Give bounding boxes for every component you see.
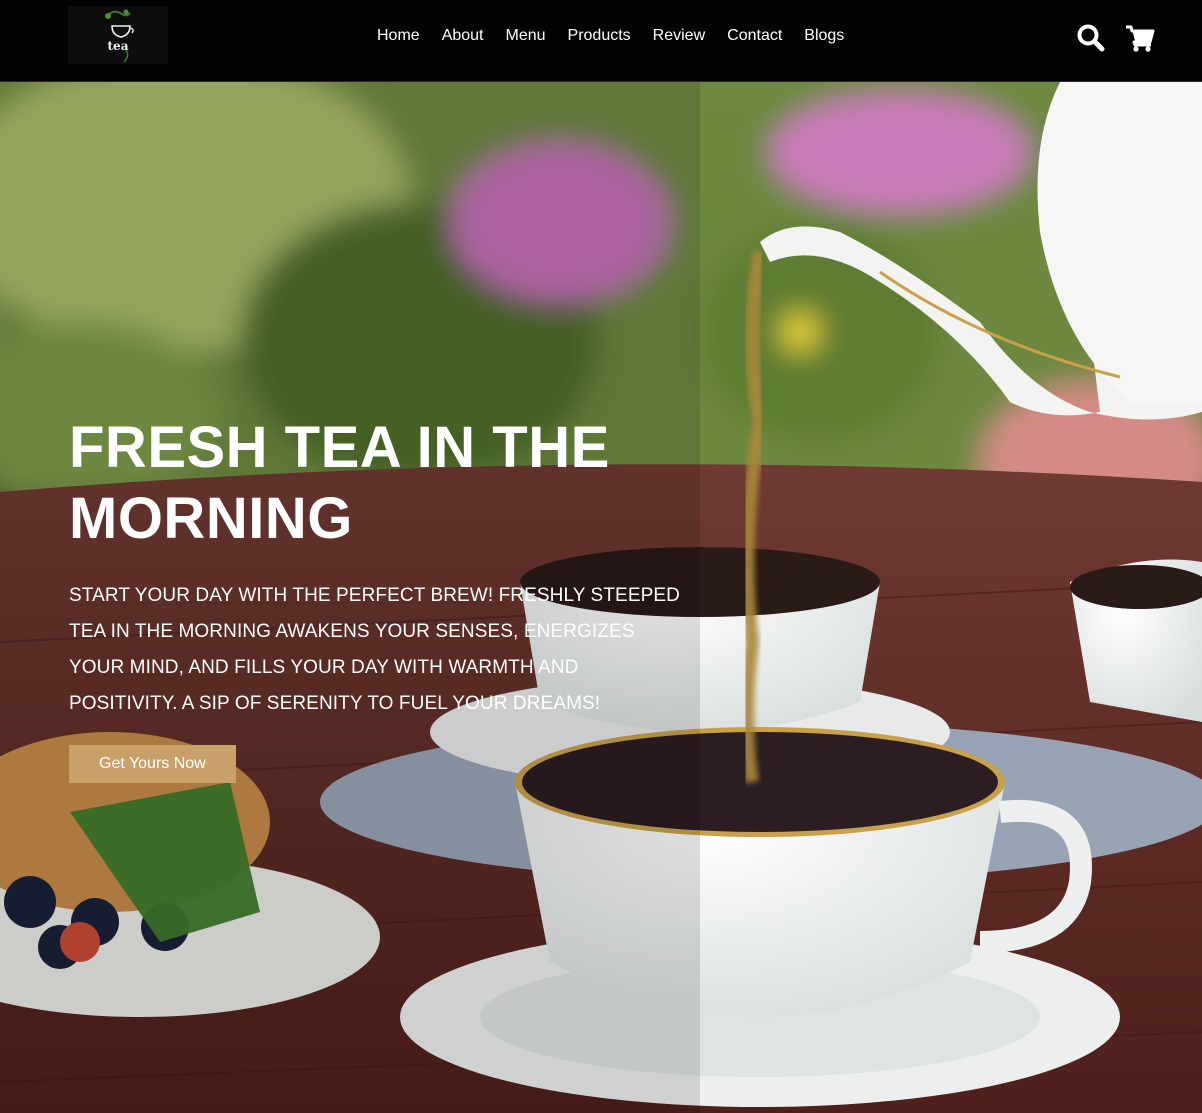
cart-button[interactable] xyxy=(1124,22,1156,54)
hero-title-line-2: MORNING xyxy=(69,486,353,551)
hero-title-line-1: FRESH TEA IN THE xyxy=(69,415,610,480)
nav-home[interactable]: Home xyxy=(366,26,431,46)
search-icon xyxy=(1077,24,1105,52)
nav-menu[interactable]: Menu xyxy=(495,26,557,46)
nav-about[interactable]: About xyxy=(431,26,495,46)
site-header: tea Home About Menu Products Review Cont… xyxy=(0,0,1202,82)
shopping-cart-icon xyxy=(1126,25,1155,52)
hero-section: FRESH TEA IN THE MORNING START YOUR DAY … xyxy=(0,82,1202,1113)
hero-title: FRESH TEA IN THE MORNING xyxy=(69,412,689,554)
get-yours-now-button[interactable]: Get Yours Now xyxy=(69,745,236,783)
hero-description: START YOUR DAY WITH THE PERFECT BREW! FR… xyxy=(69,585,680,714)
nav-products[interactable]: Products xyxy=(557,26,642,46)
hero-content: FRESH TEA IN THE MORNING START YOUR DAY … xyxy=(69,412,689,783)
search-button[interactable] xyxy=(1075,22,1107,54)
teacup-logo-icon xyxy=(105,9,134,63)
nav-review[interactable]: Review xyxy=(642,26,716,46)
nav-blogs[interactable]: Blogs xyxy=(793,26,855,46)
main-nav: Home About Menu Products Review Contact … xyxy=(366,26,855,46)
logo[interactable]: tea xyxy=(68,6,168,64)
logo-text: tea xyxy=(107,39,129,53)
nav-contact[interactable]: Contact xyxy=(716,26,793,46)
